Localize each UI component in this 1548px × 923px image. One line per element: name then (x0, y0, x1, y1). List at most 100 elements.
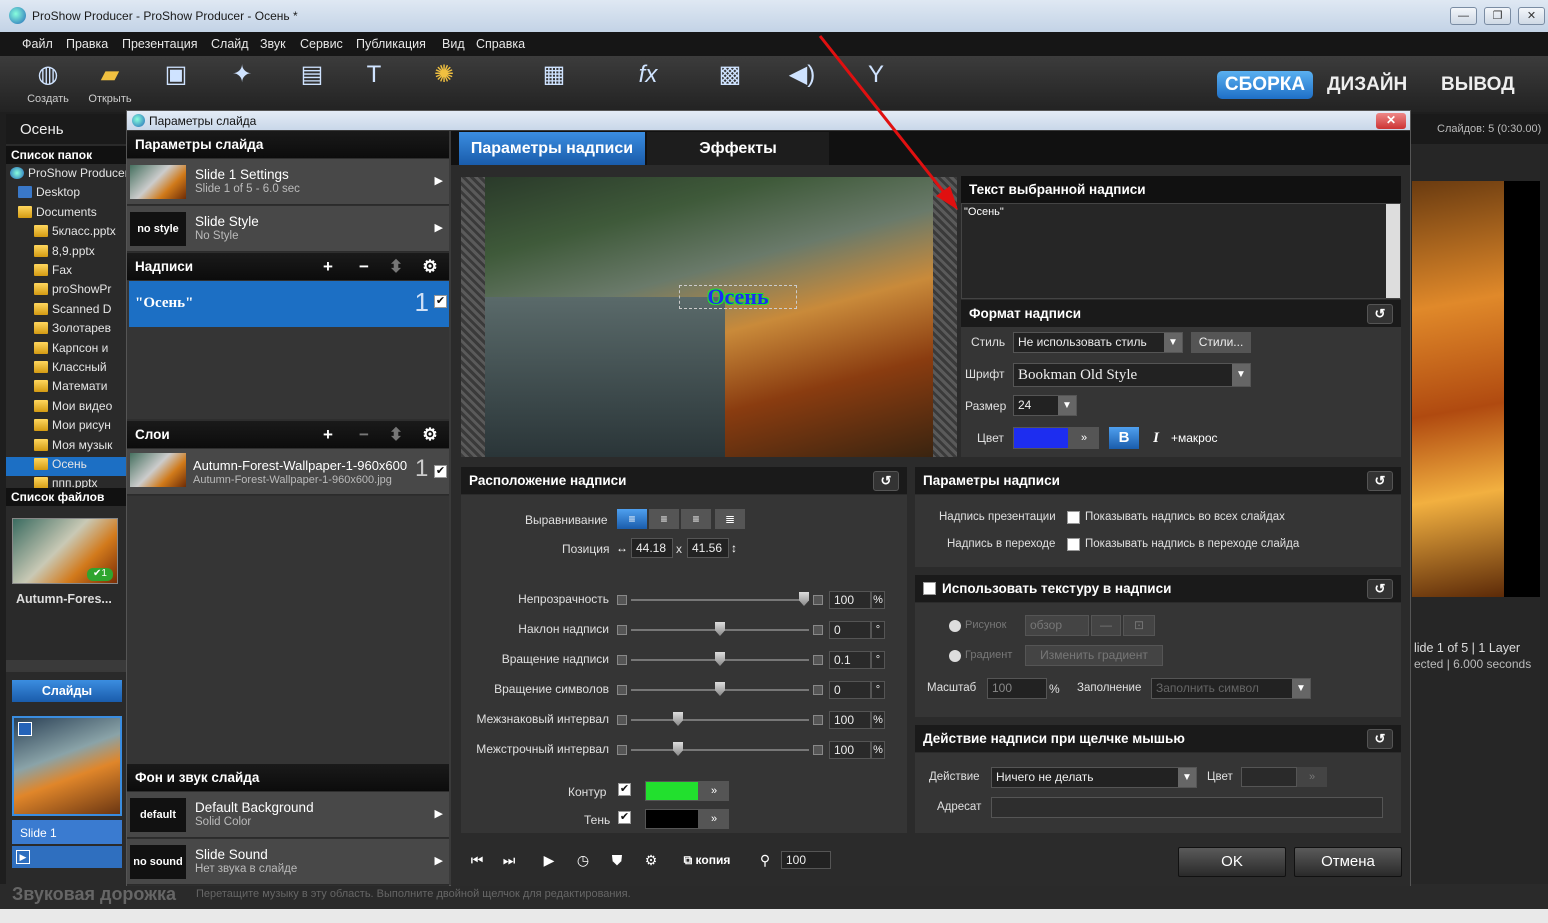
slide-sound-item[interactable]: no sound Slide Sound Нет звука в слайде … (127, 839, 449, 885)
action-reset-icon[interactable]: ↺ (1367, 729, 1393, 749)
caption-visible-checkbox[interactable]: ✔ (433, 281, 449, 327)
move-caption-button[interactable]: ⬍ (385, 257, 407, 277)
slider-value-input[interactable]: 0 (829, 621, 871, 639)
folder-tree-item[interactable]: Desktop (6, 185, 128, 204)
slider-increment[interactable] (813, 715, 823, 725)
add-caption-button[interactable]: + (317, 257, 339, 277)
vertical-move-icon[interactable]: ↕ (731, 538, 741, 558)
minimize-button[interactable]: — (1450, 7, 1477, 25)
folder-tree-item[interactable]: proShowPr (6, 282, 128, 301)
slider-value-input[interactable]: 0.1 (829, 651, 871, 669)
align-center-button[interactable]: ≡ (649, 509, 679, 529)
fill-select[interactable]: Заполнить символ ▼ (1151, 678, 1311, 699)
menu-help[interactable]: Справка (476, 37, 525, 51)
placement-reset-icon[interactable]: ↺ (873, 471, 899, 491)
layer-settings-gear-icon[interactable]: ⚙ (419, 425, 441, 445)
slider[interactable] (617, 682, 823, 696)
action-color-swatch[interactable] (1241, 767, 1297, 787)
transitions-button[interactable]: ✺ (414, 60, 474, 93)
slider-knob[interactable] (673, 712, 683, 726)
caption-params-reset-icon[interactable]: ↺ (1367, 471, 1393, 491)
folder-tree-item[interactable]: Мои видео (6, 399, 128, 418)
slider-increment[interactable] (813, 655, 823, 665)
slider-decrement[interactable] (617, 655, 627, 665)
horizontal-move-icon[interactable]: ↔ (616, 538, 632, 558)
slider-increment[interactable] (813, 595, 823, 605)
slider-value-input[interactable]: 100 (829, 591, 871, 609)
horizontal-scrollbar[interactable] (0, 909, 1548, 923)
folder-tree-item[interactable]: Математи (6, 379, 128, 398)
effects-button[interactable]: fx (618, 60, 678, 93)
cancel-button[interactable]: Отмена (1294, 847, 1402, 877)
font-color-picker-button[interactable]: » (1069, 427, 1099, 449)
folder-tree-item[interactable]: ProShow Producer (6, 166, 128, 185)
remove-caption-button[interactable]: − (353, 257, 375, 277)
slider-knob[interactable] (715, 682, 725, 696)
position-x-input[interactable]: 44.18 (631, 538, 673, 558)
slider-knob[interactable] (673, 742, 683, 756)
folder-tree-item[interactable]: Мои рисун (6, 418, 128, 437)
change-gradient-button[interactable]: Изменить градиент (1025, 645, 1163, 666)
timer-icon[interactable]: ◷ (569, 849, 597, 871)
skip-to-start-icon[interactable]: ⏮ (463, 849, 491, 871)
folder-tree-item[interactable]: 8,9.pptx (6, 244, 128, 263)
bold-button[interactable]: B (1109, 427, 1139, 449)
caption-item[interactable]: "Осень" 1 (129, 281, 433, 327)
slide-options-button[interactable]: ▦ (524, 60, 584, 93)
move-layer-button[interactable]: ⬍ (385, 425, 407, 445)
macro-button[interactable]: +макрос (1171, 427, 1251, 449)
texture-checkbox[interactable] (923, 582, 936, 595)
remove-layer-button[interactable]: − (353, 425, 375, 445)
slide-transition[interactable]: ▶ (12, 846, 122, 868)
shadow-checkbox[interactable]: ✔ (618, 811, 631, 824)
maximize-button[interactable]: ❐ (1484, 7, 1511, 25)
menu-presentation[interactable]: Презентация (122, 37, 198, 51)
copy-button[interactable]: ⧉ копия (675, 849, 739, 871)
folder-tree-item[interactable]: Осень (6, 457, 128, 476)
browse-button[interactable]: обзор (1025, 615, 1089, 636)
caption-settings-gear-icon[interactable]: ⚙ (419, 257, 441, 277)
outline-color-picker-button[interactable]: » (699, 781, 729, 801)
clear-picture-button[interactable]: — (1091, 615, 1121, 636)
slide-thumbnail[interactable] (12, 716, 122, 816)
picture-radio[interactable] (949, 620, 961, 632)
slider-decrement[interactable] (617, 745, 627, 755)
action-select[interactable]: Ничего не делать ▼ (991, 767, 1197, 788)
slide-style-item[interactable]: no style Slide Style No Style ▶ (127, 206, 449, 252)
zoom-input[interactable]: 100 (781, 851, 831, 869)
slides-tab[interactable]: Слайды (12, 680, 122, 702)
outline-checkbox[interactable]: ✔ (618, 783, 631, 796)
action-color-picker-button[interactable]: » (1297, 767, 1327, 787)
outline-color-swatch[interactable] (645, 781, 699, 801)
pres-caption-checkbox[interactable] (1067, 511, 1080, 524)
slider-decrement[interactable] (617, 685, 627, 695)
folder-tree-item[interactable]: Fax (6, 263, 128, 282)
slider-decrement[interactable] (617, 715, 627, 725)
slider[interactable] (617, 622, 823, 636)
audio-track[interactable]: Звуковая дорожка Перетащите музыку в эту… (0, 884, 1548, 923)
slide-settings-item[interactable]: Slide 1 Settings Slide 1 of 5 - 6.0 sec … (127, 159, 449, 205)
mode-build-button[interactable]: СБОРКА (1217, 71, 1313, 99)
save-button[interactable]: ▣ (146, 60, 206, 93)
slider[interactable] (617, 742, 823, 756)
layer-visible-checkbox[interactable]: ✔ (434, 465, 447, 478)
font-color-swatch[interactable] (1013, 427, 1069, 449)
play-icon[interactable]: ▶ (535, 849, 563, 871)
slider-value-input[interactable]: 100 (829, 711, 871, 729)
mode-output-button[interactable]: ВЫВОД (1441, 74, 1515, 96)
align-right-button[interactable]: ≡ (681, 509, 711, 529)
presentation-button[interactable]: ▩ (700, 60, 760, 93)
gear-icon[interactable]: ⚙ (637, 849, 665, 871)
slider[interactable] (617, 652, 823, 666)
zoom-icon[interactable]: ⚲ (751, 849, 779, 871)
text-scrollbar[interactable] (1386, 204, 1400, 298)
layer-item[interactable]: Autumn-Forest-Wallpaper-1-960x600 Autumn… (127, 449, 449, 495)
menu-sound[interactable]: Звук (260, 37, 286, 51)
ok-button[interactable]: OK (1178, 847, 1286, 877)
caption-button[interactable]: T (344, 60, 404, 93)
folder-tree-item[interactable]: Моя музык (6, 438, 128, 457)
selected-text-area[interactable]: "Осень" (961, 203, 1401, 299)
close-window-button[interactable]: ✕ (1518, 7, 1545, 25)
slider-knob[interactable] (715, 622, 725, 636)
background-item[interactable]: default Default Background Solid Color ▶ (127, 792, 449, 838)
